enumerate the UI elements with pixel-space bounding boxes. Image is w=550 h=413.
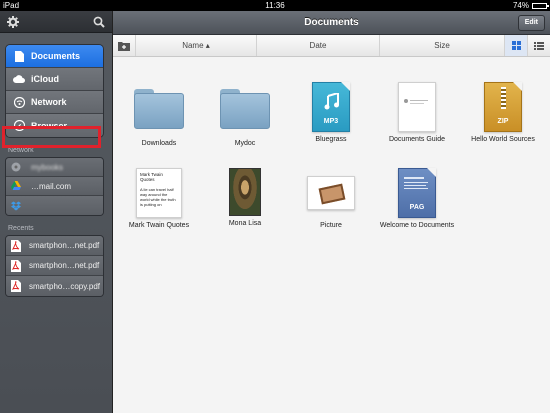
- grid-item-picture[interactable]: Picture: [288, 168, 374, 230]
- grid-item-mark-twain-quotes[interactable]: Mark Twain Quotes A lie can travel half …: [116, 168, 202, 230]
- recents-section-label: Recents: [8, 225, 34, 232]
- pdf-icon: [11, 239, 21, 252]
- pages-file-icon: PAG: [398, 168, 436, 218]
- edit-button[interactable]: Edit: [517, 15, 545, 31]
- document-icon: [13, 50, 25, 62]
- picture-thumbnail: [307, 176, 355, 210]
- network-section-label: Network: [8, 147, 34, 154]
- dropbox-icon: [11, 201, 21, 210]
- folder-icon: [134, 87, 184, 129]
- network-account-item[interactable]: [6, 196, 103, 215]
- grid-item-mona-lisa[interactable]: Mona Lisa: [202, 168, 288, 228]
- music-file-icon: MP3: [312, 82, 350, 132]
- grid-item-label: Downloads: [141, 140, 177, 147]
- sidebar-item-label: Browser: [31, 120, 68, 131]
- grid-item-downloads[interactable]: Downloads: [116, 82, 202, 148]
- sort-by-date-column[interactable]: Date: [257, 35, 380, 56]
- recent-item[interactable]: smartpho…copy.pdf: [6, 276, 103, 296]
- list-view-button[interactable]: [528, 35, 550, 56]
- grid-item-label: Mona Lisa: [228, 220, 262, 227]
- recent-item[interactable]: smartphon…net.pdf: [6, 256, 103, 276]
- sort-by-size-column[interactable]: Size: [380, 35, 505, 56]
- network-accounts-list: mybooks …mail.com: [5, 157, 104, 216]
- grid-view-icon: [511, 41, 521, 50]
- grid-item-label: Documents Guide: [388, 136, 446, 143]
- image-thumbnail: [229, 168, 261, 216]
- pdf-icon: [11, 259, 21, 272]
- sidebar: Documents iCloud Network Browser Network…: [0, 11, 113, 413]
- text-file-thumbnail: Mark Twain Quotes A lie can travel half …: [136, 168, 182, 218]
- document-thumbnail: [398, 82, 436, 132]
- battery-indicator: 74%: [512, 0, 549, 11]
- file-type-badge: ZIP: [497, 118, 509, 125]
- new-folder-button[interactable]: [113, 35, 136, 56]
- page-title: Documents: [304, 17, 359, 28]
- battery-percent: 74%: [512, 1, 529, 10]
- music-note-icon: [324, 93, 339, 110]
- zip-file-icon: ZIP: [484, 82, 522, 132]
- file-type-badge: MP3: [323, 118, 339, 125]
- sidebar-toolbar: [0, 11, 112, 33]
- grid-item-mydoc[interactable]: Mydoc: [202, 82, 288, 148]
- battery-icon: [532, 2, 549, 9]
- pdf-icon: [11, 280, 21, 292]
- wifi-icon: [13, 96, 25, 108]
- folder-icon: [220, 87, 270, 129]
- grid-item-bluegrass[interactable]: MP3 Bluegrass: [288, 82, 374, 144]
- network-account-item[interactable]: …mail.com: [6, 177, 103, 196]
- sidebar-item-label: iCloud: [31, 74, 59, 84]
- grid-item-label: Welcome to Documents: [379, 222, 455, 229]
- sidebar-item-label: Network: [31, 97, 67, 107]
- sort-by-name-column[interactable]: Name ▴: [136, 35, 257, 56]
- search-icon[interactable]: [93, 16, 105, 28]
- list-view-icon: [534, 41, 544, 50]
- recents-list: smartphon…net.pdf smartphon…net.pdf smar…: [5, 235, 104, 297]
- gear-icon[interactable]: [7, 16, 19, 28]
- grid-item-label: Hello World Sources: [471, 136, 535, 143]
- note-body: A lie can travel half way around the wor…: [140, 187, 176, 207]
- network-account-label: mybooks: [31, 162, 64, 172]
- cloud-icon: [13, 73, 25, 85]
- sidebar-item-documents[interactable]: Documents: [6, 45, 103, 68]
- grid-item-documents-guide[interactable]: Documents Guide: [374, 82, 460, 144]
- note-title: Mark Twain Quotes: [140, 172, 163, 182]
- sidebar-item-network[interactable]: Network: [6, 91, 103, 114]
- google-drive-icon: [11, 181, 21, 190]
- grid-item-label: Bluegrass: [315, 136, 347, 143]
- sidebar-item-label: Documents: [31, 51, 81, 61]
- recent-item-label: smartphon…net.pdf: [29, 261, 100, 270]
- grid-item-label: Picture: [320, 222, 342, 229]
- recent-item[interactable]: smartphon…net.pdf: [6, 236, 103, 256]
- compass-icon: [13, 120, 25, 132]
- grid-item-welcome-to-documents[interactable]: PAG Welcome to Documents: [374, 168, 460, 230]
- file-type-badge: PAG: [409, 204, 425, 211]
- server-icon: [11, 162, 21, 172]
- column-header-bar: Name ▴ Date Size: [113, 35, 550, 57]
- recent-item-label: smartphon…net.pdf: [29, 241, 100, 250]
- grid-item-hello-world-sources[interactable]: ZIP Hello World Sources: [460, 82, 546, 144]
- folder-add-icon: [118, 41, 130, 51]
- recent-item-label: smartpho…copy.pdf: [29, 281, 100, 291]
- network-account-label: …mail.com: [31, 181, 72, 191]
- network-account-item[interactable]: mybooks: [6, 158, 103, 177]
- navigation-bar: Documents Edit: [113, 11, 550, 35]
- sidebar-item-browser[interactable]: Browser: [6, 114, 103, 137]
- main-panel: Documents Edit Name ▴ Date Size Download…: [113, 11, 550, 413]
- clock: 11:36: [265, 1, 285, 10]
- grid-item-label: Mydoc: [234, 140, 256, 147]
- sidebar-item-icloud[interactable]: iCloud: [6, 68, 103, 91]
- status-bar: iPad 11:36 74%: [0, 0, 550, 11]
- grid-view-button[interactable]: [505, 35, 528, 56]
- grid-item-label: Mark Twain Quotes: [128, 222, 190, 229]
- places-list: Documents iCloud Network Browser: [5, 44, 104, 138]
